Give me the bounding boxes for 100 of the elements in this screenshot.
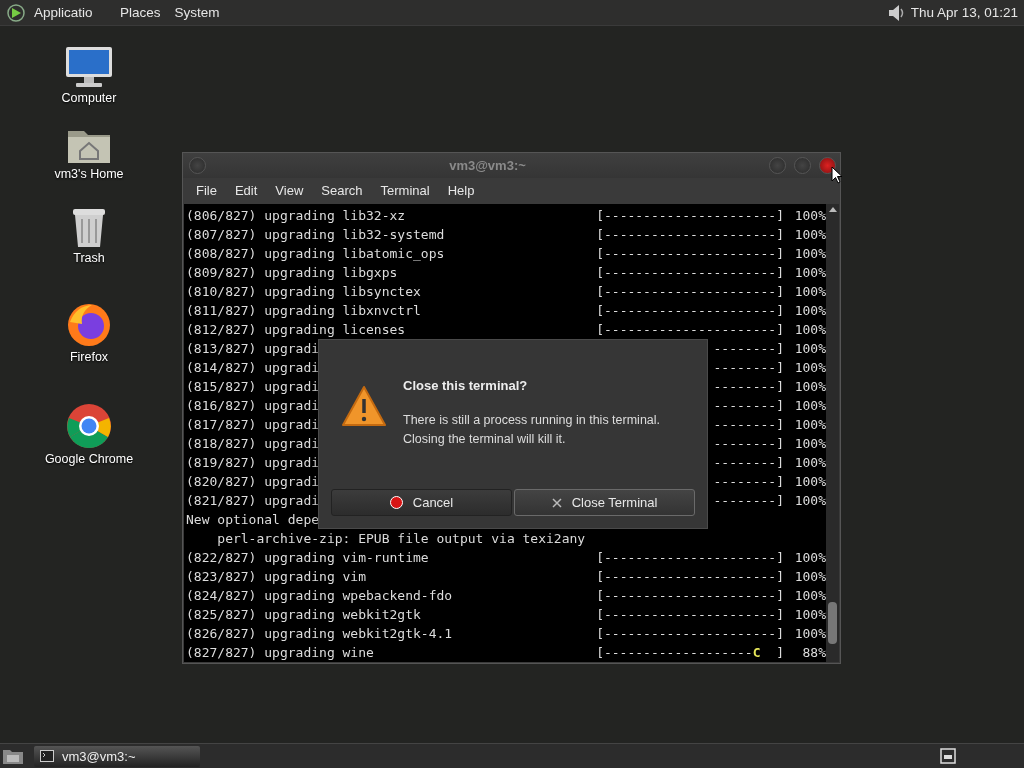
firefox-icon[interactable] bbox=[66, 302, 112, 348]
terminal-line: (826/827) upgrading webkit2gtk-4.1 bbox=[186, 625, 453, 643]
progress-text: [-------------------C ] bbox=[596, 644, 784, 662]
terminal-line: (815/827) upgradi bbox=[186, 378, 320, 396]
show-desktop-icon[interactable] bbox=[2, 747, 24, 765]
terminal-line: (814/827) upgradi bbox=[186, 359, 320, 377]
panel-menu[interactable]: Places bbox=[114, 5, 169, 20]
percent-text: 100% bbox=[794, 265, 826, 280]
progress-text: [----------------------] bbox=[596, 302, 784, 320]
percent-text: 100% bbox=[794, 303, 826, 318]
percent-text: 100% bbox=[794, 417, 826, 432]
terminal-line: (820/827) upgradi bbox=[186, 473, 320, 491]
desktop-icon-label[interactable]: Computer bbox=[61, 91, 117, 105]
warning-icon bbox=[341, 384, 387, 428]
terminal-line: (810/827) upgrading libsynctex bbox=[186, 283, 421, 301]
progress-text: --------] bbox=[713, 378, 784, 396]
terminal-line: (822/827) upgrading vim-runtime bbox=[186, 549, 429, 567]
percent-text: 100% bbox=[794, 341, 826, 356]
progress-text: --------] bbox=[713, 473, 784, 491]
percent-text: 100% bbox=[794, 360, 826, 375]
progress-text: [----------------------] bbox=[596, 207, 784, 225]
terminal-line: (816/827) upgradi bbox=[186, 397, 320, 415]
progress-text: --------] bbox=[713, 454, 784, 472]
terminal-icon bbox=[40, 750, 54, 762]
percent-text: 100% bbox=[794, 208, 826, 223]
terminal-line: (819/827) upgradi bbox=[186, 454, 320, 472]
terminal-line: (818/827) upgradi bbox=[186, 435, 320, 453]
terminal-line: (821/827) upgradi bbox=[186, 492, 320, 510]
terminal-line: New optional depe bbox=[186, 511, 320, 529]
terminal-line: (824/827) upgrading wpebackend-fdo bbox=[186, 587, 453, 605]
desktop-icon-label[interactable]: Google Chrome bbox=[44, 452, 134, 466]
terminal-line: (827/827) upgrading wine bbox=[186, 644, 374, 662]
menu-item[interactable]: File bbox=[187, 183, 226, 199]
progress-text: --------] bbox=[713, 416, 784, 434]
percent-text: 100% bbox=[794, 626, 826, 641]
panel-menu[interactable]: Applicatio bbox=[32, 5, 114, 20]
cancel-button[interactable]: Cancel bbox=[331, 489, 512, 516]
panel-menu[interactable]: System bbox=[168, 5, 228, 20]
terminal-line: (808/827) upgrading libatomic_ops bbox=[186, 245, 445, 263]
progress-text: [----------------------] bbox=[596, 625, 784, 643]
clock[interactable]: Thu Apr 13, 01:21 bbox=[910, 5, 1020, 20]
progress-text: [----------------------] bbox=[596, 245, 784, 263]
percent-text: 100% bbox=[794, 246, 826, 261]
terminal-line: (812/827) upgrading licenses bbox=[186, 321, 406, 339]
terminal-line: (807/827) upgrading lib32-systemd bbox=[186, 226, 445, 244]
terminal-line: perl-archive-zip: EPUB file output via texi2any bbox=[216, 530, 586, 548]
menu-item[interactable]: Search bbox=[312, 183, 372, 199]
menu-item[interactable]: Terminal bbox=[371, 183, 439, 199]
percent-text: 100% bbox=[794, 550, 826, 565]
percent-text: 100% bbox=[794, 455, 826, 470]
progress-text: --------] bbox=[713, 340, 784, 358]
desktop-icon-label[interactable]: vm3's Home bbox=[54, 167, 124, 181]
desktop-icon-label[interactable]: Trash bbox=[73, 251, 105, 265]
dialog-title: Close this terminal? bbox=[403, 378, 529, 393]
close-terminal-button[interactable]: Close Terminal bbox=[514, 489, 695, 516]
chrome-icon[interactable] bbox=[65, 402, 113, 450]
menu-item[interactable]: Help bbox=[438, 183, 484, 199]
progress-text: [----------------------] bbox=[596, 226, 784, 244]
percent-text: 100% bbox=[794, 284, 826, 299]
progress-text: [----------------------] bbox=[596, 568, 784, 586]
progress-text: --------] bbox=[713, 492, 784, 510]
terminal-line: (809/827) upgrading libgxps bbox=[186, 264, 398, 282]
window-title: vm3@vm3:~ bbox=[448, 157, 527, 173]
menu-item[interactable]: View bbox=[266, 183, 313, 199]
desktop-icon-label[interactable]: Firefox bbox=[69, 350, 109, 364]
computer-icon[interactable] bbox=[64, 45, 114, 89]
workspace-switcher-icon[interactable] bbox=[940, 748, 956, 764]
progress-text: [----------------------] bbox=[596, 264, 784, 282]
percent-text: 100% bbox=[794, 398, 826, 413]
progress-text: --------] bbox=[713, 397, 784, 415]
progress-text: --------] bbox=[713, 359, 784, 377]
percent-text: 100% bbox=[794, 588, 826, 603]
percent-text: 100% bbox=[794, 569, 826, 584]
scrollbar[interactable] bbox=[826, 204, 839, 662]
progress-text: [----------------------] bbox=[596, 549, 784, 567]
mouse-pointer-icon bbox=[831, 166, 843, 184]
menu-logo-icon[interactable] bbox=[6, 2, 26, 23]
progress-text: [----------------------] bbox=[596, 283, 784, 301]
volume-icon[interactable] bbox=[886, 2, 905, 23]
percent-text: 100% bbox=[794, 322, 826, 337]
percent-text: 100% bbox=[794, 227, 826, 242]
dialog-message: There is still a process running in this terminal. Closing the terminal will kill it. bbox=[403, 412, 662, 448]
terminal-line: (817/827) upgradi bbox=[186, 416, 320, 434]
progress-text: [----------------------] bbox=[596, 321, 784, 339]
progress-text: --------] bbox=[713, 435, 784, 453]
percent-text: 100% bbox=[794, 379, 826, 394]
progress-text: [----------------------] bbox=[596, 606, 784, 624]
percent-text: 100% bbox=[794, 493, 826, 508]
menu-item[interactable]: Edit bbox=[225, 183, 267, 199]
percent-text: 100% bbox=[794, 436, 826, 451]
terminal-line: (806/827) upgrading lib32-xz bbox=[186, 207, 406, 225]
terminal-line: (813/827) upgradi bbox=[186, 340, 320, 358]
progress-text: [----------------------] bbox=[596, 587, 784, 605]
terminal-line: (811/827) upgrading libxnvctrl bbox=[186, 302, 421, 320]
percent-text: 88% bbox=[802, 645, 826, 660]
percent-text: 100% bbox=[794, 474, 826, 489]
terminal-line: (823/827) upgrading vim bbox=[186, 568, 366, 586]
close-icon bbox=[551, 497, 562, 508]
terminal-line: (825/827) upgrading webkit2gtk bbox=[186, 606, 421, 624]
taskbar-button[interactable]: vm3@vm3:~ bbox=[34, 745, 200, 767]
